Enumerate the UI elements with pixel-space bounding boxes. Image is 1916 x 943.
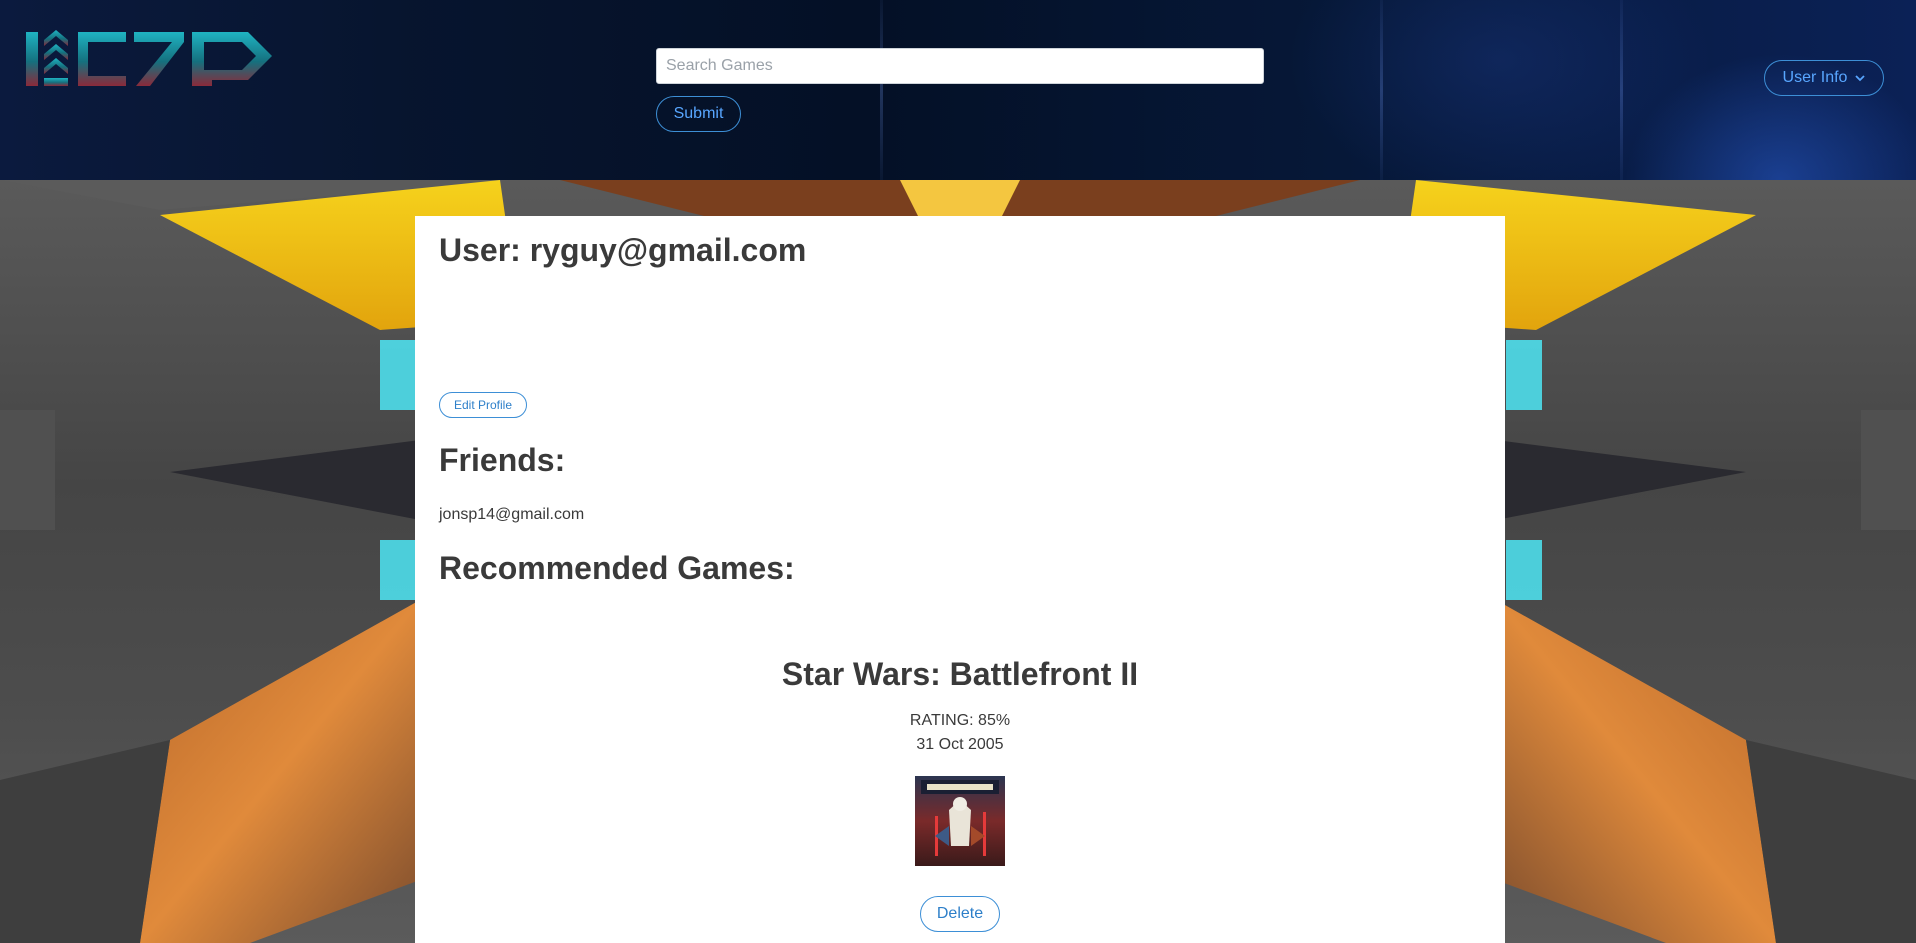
game-release-date: 31 Oct 2005 bbox=[916, 736, 1004, 753]
game-cover-image[interactable] bbox=[915, 776, 1005, 866]
profile-card: User: ryguy@gmail.com Edit Profile Frien… bbox=[415, 216, 1505, 943]
search-input[interactable] bbox=[656, 48, 1264, 84]
recommended-heading: Recommended Games: bbox=[439, 550, 795, 586]
header-decoration bbox=[1380, 0, 1383, 180]
header-decoration bbox=[880, 0, 883, 180]
user-info-dropdown[interactable]: User Info bbox=[1764, 60, 1884, 96]
delete-game-button[interactable]: Delete bbox=[920, 896, 1000, 932]
game-card: Star Wars: Battlefront II RATING: 85% 31… bbox=[415, 656, 1505, 932]
user-info-label: User Info bbox=[1782, 69, 1848, 86]
game-rating: RATING: 85% bbox=[909, 712, 1011, 729]
site-logo[interactable] bbox=[26, 26, 274, 90]
friends-heading: Friends: bbox=[439, 442, 566, 478]
submit-button[interactable]: Submit bbox=[656, 96, 741, 132]
site-header: Submit User Info bbox=[0, 0, 1916, 180]
chevron-down-icon bbox=[1855, 75, 1866, 82]
friend-list-item[interactable]: jonsp14@gmail.com bbox=[439, 506, 584, 524]
edit-profile-button[interactable]: Edit Profile bbox=[439, 392, 527, 418]
page-title: User: ryguy@gmail.com bbox=[439, 232, 807, 268]
header-decoration bbox=[1620, 0, 1623, 180]
game-title[interactable]: Star Wars: Battlefront II bbox=[415, 656, 1505, 700]
